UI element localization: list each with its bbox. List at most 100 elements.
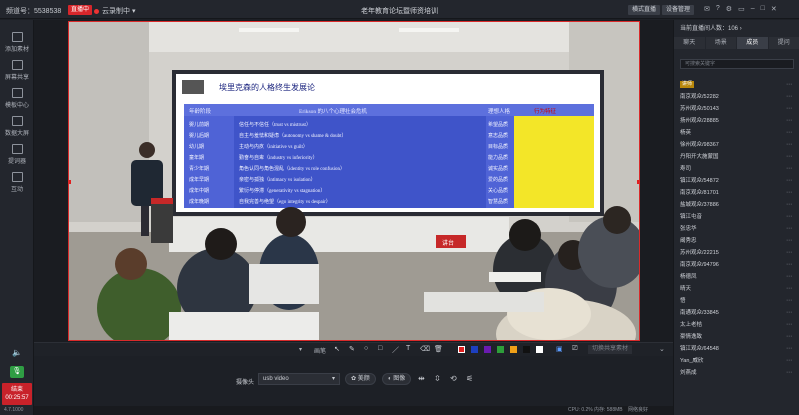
tab-questions[interactable]: 提问 (768, 37, 799, 49)
list-item[interactable]: 苏州观众/22215 ⋯ (674, 247, 799, 259)
list-item[interactable]: 南通观众/33845 ⋯ (674, 307, 799, 319)
picture-in-picture-icon[interactable]: ▣ (556, 345, 563, 353)
more-options-icon[interactable]: ⋯ (786, 367, 792, 379)
list-item[interactable]: 悟 ⋯ (674, 295, 799, 307)
device-settings-button[interactable]: 设备管理 (662, 5, 695, 15)
more-options-icon[interactable]: ⋯ (786, 307, 792, 319)
list-item[interactable]: 晴天 ⋯ (674, 283, 799, 295)
rectangle-tool-icon[interactable]: □ (378, 345, 382, 352)
help-icon[interactable]: ? (716, 5, 720, 13)
resize-handle[interactable] (637, 180, 639, 184)
flip-horizontal-icon[interactable]: ⇹ (418, 374, 425, 383)
list-item[interactable]: 张忠华 ⋯ (674, 223, 799, 235)
more-options-icon[interactable]: ⋯ (786, 91, 792, 103)
tab-members[interactable]: 成员 (737, 37, 769, 49)
member-search-input[interactable]: 可搜索关键字 (680, 59, 794, 69)
tab-chat[interactable]: 聊天 (674, 37, 706, 49)
list-item[interactable]: 扬州观众/28885 ⋯ (674, 115, 799, 127)
more-options-icon[interactable]: ⋯ (786, 355, 792, 367)
more-options-icon[interactable]: ⋯ (786, 247, 792, 259)
video-preview[interactable]: 埃里克森的人格终生发展论 年龄阶段 Erikson 的八个心理社会危机 理想人格… (68, 21, 640, 341)
more-options-icon[interactable]: ⋯ (786, 211, 792, 223)
list-item[interactable]: 丹阳开大施蒙国 ⋯ (674, 151, 799, 163)
list-item[interactable]: 南京观众/94796 ⋯ (674, 259, 799, 271)
rotate-icon[interactable]: ⟲ (450, 374, 457, 383)
adjust-icon[interactable]: ⚟ (466, 374, 473, 383)
list-item[interactable]: 镇江观众/54872 ⋯ (674, 175, 799, 187)
close-icon[interactable]: ✕ (771, 5, 777, 13)
list-item[interactable]: 杨德凤 ⋯ (674, 271, 799, 283)
camera-select[interactable]: usb video ▾ (258, 373, 340, 385)
color-swatch-green[interactable] (497, 346, 504, 353)
more-options-icon[interactable]: ⋯ (786, 331, 792, 343)
color-swatch-black[interactable] (523, 346, 530, 353)
more-options-icon[interactable]: ⋯ (786, 115, 792, 127)
flip-vertical-icon[interactable]: ⇳ (434, 374, 441, 383)
sidebar-item-interaction[interactable]: 互动 (0, 172, 34, 193)
more-options-icon[interactable]: ⋯ (786, 295, 792, 307)
window-icon[interactable]: ▭ (738, 5, 745, 13)
more-options-icon[interactable]: ⋯ (786, 127, 792, 139)
more-options-icon[interactable]: ⋯ (786, 283, 792, 295)
list-item[interactable]: 太上老桔 ⋯ (674, 319, 799, 331)
list-item[interactable]: 南京观众/52282 ⋯ (674, 91, 799, 103)
speaker-icon[interactable]: 🔈 (12, 348, 22, 357)
eraser-icon[interactable]: ⌫ (420, 345, 430, 353)
list-item[interactable]: 刘燕成 ⋯ (674, 367, 799, 379)
more-options-icon[interactable]: ⋯ (786, 139, 792, 151)
expand-icon[interactable]: ⌄ (659, 345, 665, 353)
more-options-icon[interactable]: ⋯ (786, 235, 792, 247)
switch-layout-button[interactable]: 横式直播 (628, 5, 661, 15)
text-tool-icon[interactable]: T (406, 345, 410, 352)
more-options-icon[interactable]: ⋯ (786, 199, 792, 211)
more-options-icon[interactable]: ⋯ (786, 163, 792, 175)
color-swatch-blue[interactable] (471, 346, 478, 353)
more-options-icon[interactable]: ⋯ (786, 103, 792, 115)
list-item[interactable]: 南京观众/81701 ⋯ (674, 187, 799, 199)
microphone-icon[interactable]: 🎙 (10, 366, 24, 378)
list-item[interactable]: 寿司 ⋯ (674, 163, 799, 175)
list-item[interactable]: Yan_威欣 ⋯ (674, 355, 799, 367)
trash-icon[interactable]: 🗑 (434, 345, 443, 353)
image-button[interactable]: ◐ 图像 (382, 373, 412, 385)
more-options-icon[interactable]: ⋯ (786, 175, 792, 187)
maximize-icon[interactable]: □ (761, 5, 765, 13)
more-options-icon[interactable]: ⋯ (786, 319, 792, 331)
more-options-icon[interactable]: ⋯ (786, 223, 792, 235)
list-item[interactable]: 阚秀忠 ⋯ (674, 235, 799, 247)
beauty-button[interactable]: ✿ 美颜 (345, 373, 376, 385)
color-swatch-orange[interactable] (510, 346, 517, 353)
pen-icon[interactable]: ✎ (349, 345, 355, 353)
collapse-icon[interactable]: ▾ (299, 346, 302, 353)
list-item[interactable]: 杨英 ⋯ (674, 127, 799, 139)
end-live-button[interactable]: 结束 00:25:57 (2, 383, 32, 405)
sidebar-item-add-material[interactable]: 添加素材 (0, 32, 34, 53)
minimize-icon[interactable]: – (751, 5, 755, 13)
list-item[interactable]: 苏州观众/50143 ⋯ (674, 103, 799, 115)
more-options-icon[interactable]: ⋯ (786, 187, 792, 199)
chevron-right-icon[interactable]: › (740, 26, 742, 32)
tab-scene[interactable]: 场景 (705, 37, 737, 49)
sidebar-item-screen-share[interactable]: 屏幕共享 (0, 60, 34, 81)
more-options-icon[interactable]: ⋯ (786, 79, 792, 91)
line-tool-icon[interactable]: ／ (392, 345, 399, 355)
list-item[interactable]: 镇江屯音 ⋯ (674, 211, 799, 223)
more-options-icon[interactable]: ⋯ (786, 343, 792, 355)
more-options-icon[interactable]: ⋯ (786, 271, 792, 283)
circle-tool-icon[interactable]: ○ (364, 345, 368, 352)
more-options-icon[interactable]: ⋯ (786, 151, 792, 163)
list-item[interactable]: 盐城观众/37886 ⋯ (674, 199, 799, 211)
screenshot-icon[interactable]: ⎚ (572, 345, 578, 353)
resize-handle[interactable] (69, 180, 71, 184)
list-item[interactable]: 徐州观众/98367 ⋯ (674, 139, 799, 151)
list-item[interactable]: 豪情逸致 ⋯ (674, 331, 799, 343)
pointer-icon[interactable]: ↖ (334, 345, 340, 353)
color-swatch-white[interactable] (536, 346, 543, 353)
color-swatch-red[interactable] (458, 346, 465, 353)
color-swatch-purple[interactable] (484, 346, 491, 353)
gear-icon[interactable]: ⚙ (726, 5, 732, 13)
sidebar-item-data-screen[interactable]: 数据大屏 (0, 116, 34, 137)
sidebar-item-teleprompter[interactable]: 提词器 (0, 144, 34, 165)
mail-icon[interactable]: ✉ (704, 5, 710, 13)
list-item[interactable]: 镇江观众/64548 ⋯ (674, 343, 799, 355)
